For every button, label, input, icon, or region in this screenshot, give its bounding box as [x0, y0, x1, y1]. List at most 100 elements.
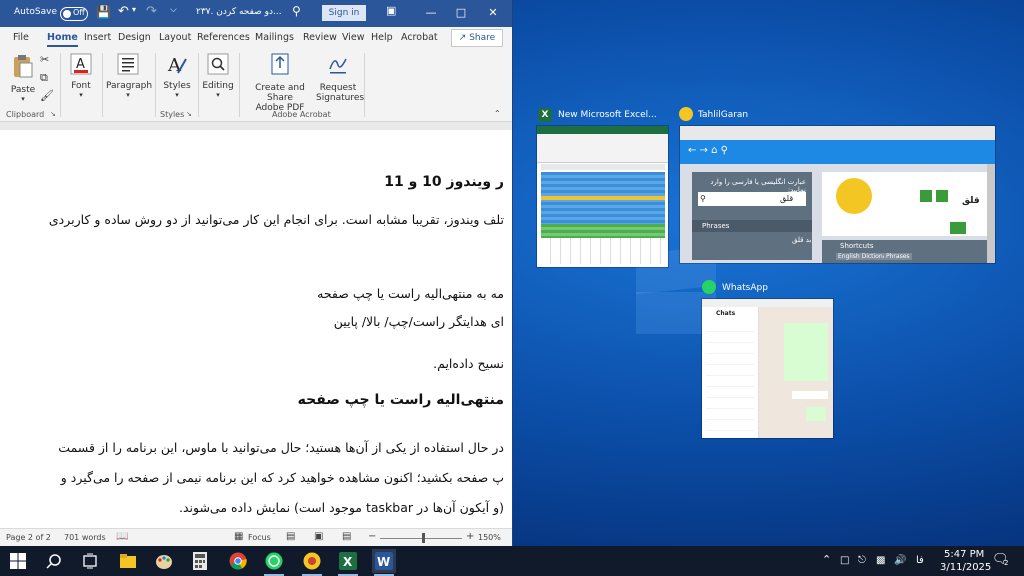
create-pdf-icon — [271, 53, 289, 75]
signatures-label: Signatures — [316, 93, 365, 103]
web-layout-icon[interactable]: ▤ — [342, 531, 351, 542]
word-window: AutoSave Off 💾 ↶ ▾ ↷ ⌵ ۲۳۷. دو صفحه کردن… — [0, 0, 513, 547]
zoom-in-icon[interactable]: + — [466, 531, 474, 542]
tab-home[interactable]: Home — [47, 32, 78, 47]
task-view-button[interactable] — [78, 549, 102, 573]
svg-text:A: A — [167, 55, 182, 75]
tahlilgaran-thumbnail[interactable]: ← → ⌂ ⚲ عبارت انگلیسی یا فارسی را وارد ن… — [680, 126, 995, 263]
tab-review[interactable]: Review — [303, 32, 337, 43]
customize-qat-icon[interactable]: ⌵ — [170, 5, 177, 15]
tab-file[interactable]: File — [13, 32, 29, 43]
task-view-icon — [83, 553, 97, 569]
proofing-icon[interactable]: 📖 — [116, 531, 128, 542]
language-indicator[interactable]: فا — [916, 555, 924, 566]
volume-icon[interactable]: 🔊 — [894, 555, 906, 566]
taskbar-search-button[interactable] — [42, 549, 66, 573]
whatsapp-thumb-title: WhatsApp — [722, 283, 768, 293]
document-page[interactable]: ر ویندوز 10 و 11 تلف ویندوز، تقریبا مشاب… — [0, 130, 512, 528]
zoom-slider[interactable] — [380, 538, 462, 539]
clipboard-icon — [14, 55, 33, 78]
word-taskbar-button[interactable]: W — [372, 549, 396, 576]
whatsapp-icon — [265, 552, 283, 570]
doc-paragraph: پ صفحه بکشید؛ اکنون مشاهده خواهید کرد که… — [60, 470, 504, 485]
document-title[interactable]: ۲۳۷. دو صفحه کردن... — [196, 7, 282, 17]
excel-thumb-title: New Microsoft Excel... — [558, 110, 657, 120]
share-button[interactable]: ↗ Share — [451, 29, 503, 47]
show-hidden-icons-icon[interactable]: ⌃ — [822, 553, 831, 566]
meet-now-icon[interactable]: □ — [840, 555, 849, 566]
copy-icon[interactable]: ⧉ — [40, 71, 48, 85]
paste-dropdown-icon[interactable]: ▾ — [8, 95, 38, 103]
read-mode-icon[interactable]: ▤ — [286, 531, 295, 542]
collapse-ribbon-icon[interactable]: ⌃ — [494, 109, 501, 118]
undo-dropdown-icon[interactable]: ▾ — [132, 5, 136, 14]
tahlil-search-icon: ⚲ — [700, 194, 706, 203]
tab-acrobat[interactable]: Acrobat — [401, 32, 438, 43]
font-button[interactable]: A Font ▾ — [66, 53, 96, 99]
document-area: ر ویندوز 10 و 11 تلف ویندوز، تقریبا مشاب… — [0, 122, 512, 528]
usb-device-icon[interactable]: ⎋ — [858, 555, 866, 566]
sign-in-button[interactable]: Sign in — [322, 5, 366, 21]
create-share-pdf-button[interactable]: Create and Share Adobe PDF — [244, 53, 316, 113]
clipboard-launcher-icon[interactable]: ↘ — [50, 110, 56, 118]
paragraph-button[interactable]: Paragraph ▾ — [106, 53, 153, 99]
tab-design[interactable]: Design — [118, 32, 151, 43]
styles-button[interactable]: A Styles ▾ — [160, 53, 194, 99]
styles-icon: A — [167, 55, 187, 76]
save-icon[interactable]: 💾 — [96, 5, 111, 19]
search-icon — [46, 554, 61, 569]
tahlil-query: قلق — [780, 194, 794, 203]
tahlil-result: قلق — [962, 196, 980, 206]
excel-thumbnail[interactable] — [537, 126, 668, 267]
create-share-label: Create and Share — [255, 83, 305, 103]
ribbon-display-icon[interactable]: ▣ — [386, 4, 396, 17]
tab-help[interactable]: Help — [371, 32, 393, 43]
file-explorer-button[interactable] — [116, 549, 140, 573]
redo-icon[interactable]: ↷ — [146, 4, 157, 19]
whatsapp-thumbnail[interactable]: Chats — [702, 299, 833, 438]
autosave-state: Off — [73, 8, 85, 17]
autosave-toggle[interactable]: Off — [60, 7, 88, 21]
editing-button[interactable]: Editing ▾ — [202, 53, 234, 99]
format-painter-icon[interactable]: 🖌 — [40, 89, 54, 102]
search-icon[interactable]: ⚲ — [292, 4, 301, 18]
excel-taskbar-button[interactable]: X — [336, 549, 360, 576]
tab-layout[interactable]: Layout — [159, 32, 191, 43]
close-button[interactable]: ✕ — [478, 3, 508, 23]
zoom-slider-thumb[interactable] — [422, 533, 425, 543]
font-label: Font — [71, 81, 91, 91]
calculator-icon — [193, 552, 207, 570]
focus-icon[interactable]: ▦ — [234, 531, 243, 542]
paint-app-button[interactable] — [152, 549, 176, 573]
word-count[interactable]: 701 words — [64, 533, 106, 542]
tab-view[interactable]: View — [342, 32, 365, 43]
whatsapp-taskbar-button[interactable] — [262, 549, 286, 576]
clock-date[interactable]: 3/11/2025 — [940, 562, 991, 573]
request-signatures-button[interactable]: Request Signatures — [316, 53, 365, 103]
tab-references[interactable]: References — [197, 32, 250, 43]
tab-mailings[interactable]: Mailings — [255, 32, 294, 43]
undo-icon[interactable]: ↶ — [118, 4, 129, 19]
paste-button[interactable]: Paste ▾ — [8, 53, 38, 103]
page-count[interactable]: Page 2 of 2 — [6, 533, 51, 542]
start-button[interactable] — [6, 549, 30, 573]
tahlilgaran-taskbar-button[interactable] — [300, 549, 324, 576]
tab-insert[interactable]: Insert — [84, 32, 111, 43]
zoom-level[interactable]: 150% — [478, 533, 501, 542]
chrome-button[interactable] — [226, 549, 250, 573]
cut-icon[interactable]: ✂ — [40, 53, 49, 66]
paragraph-label: Paragraph — [106, 81, 153, 91]
display-icon[interactable]: ▩ — [876, 555, 885, 566]
maximize-button[interactable]: □ — [446, 3, 476, 23]
clock-time[interactable]: 5:47 PM — [944, 549, 984, 560]
calculator-button[interactable] — [188, 549, 212, 573]
zoom-out-icon[interactable]: − — [368, 531, 376, 542]
minimize-button[interactable]: — — [416, 3, 446, 23]
styles-launcher-icon[interactable]: ↘ — [186, 110, 192, 118]
print-layout-icon[interactable]: ▣ — [314, 531, 323, 542]
share-label: Share — [469, 33, 496, 43]
request-label: Request — [319, 83, 357, 93]
font-icon: A — [70, 53, 92, 75]
focus-label[interactable]: Focus — [248, 533, 271, 542]
excel-icon: X — [538, 108, 552, 122]
